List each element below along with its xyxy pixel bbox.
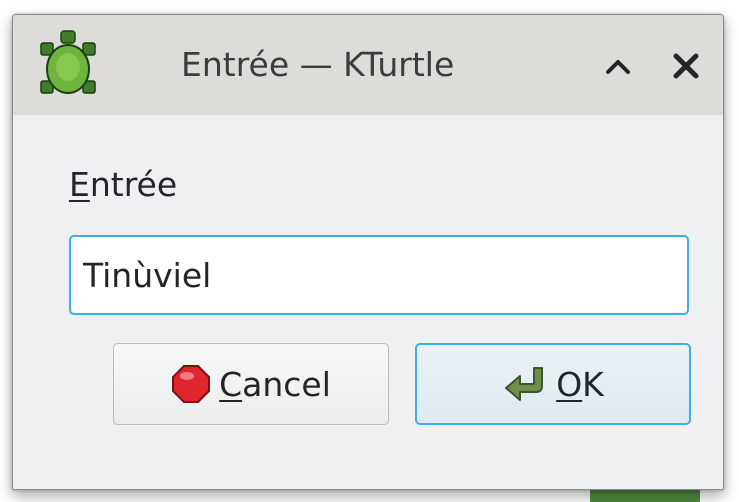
ok-button-label: OK [556, 364, 604, 404]
return-arrow-icon [505, 367, 544, 401]
input-label-text: ntrée [89, 165, 178, 204]
input-label-mnemonic: E [69, 165, 90, 204]
input-label: Entrée [69, 165, 177, 204]
ok-button[interactable]: OK [415, 343, 691, 425]
close-icon [673, 53, 699, 79]
close-button[interactable] [663, 43, 709, 89]
turtle-icon [35, 29, 101, 99]
chevron-up-icon [606, 60, 630, 74]
stop-icon [172, 365, 211, 403]
cancel-button-label: Cancel [219, 364, 331, 404]
cancel-button[interactable]: Cancel [113, 343, 389, 425]
minimize-button[interactable] [595, 43, 641, 89]
window-title: Entrée — KTurtle [181, 45, 455, 84]
title-bar[interactable]: Entrée — KTurtle [13, 15, 723, 115]
input-dialog: Entrée — KTurtle Entrée Cancel OK [12, 14, 724, 490]
text-input[interactable] [69, 235, 689, 315]
